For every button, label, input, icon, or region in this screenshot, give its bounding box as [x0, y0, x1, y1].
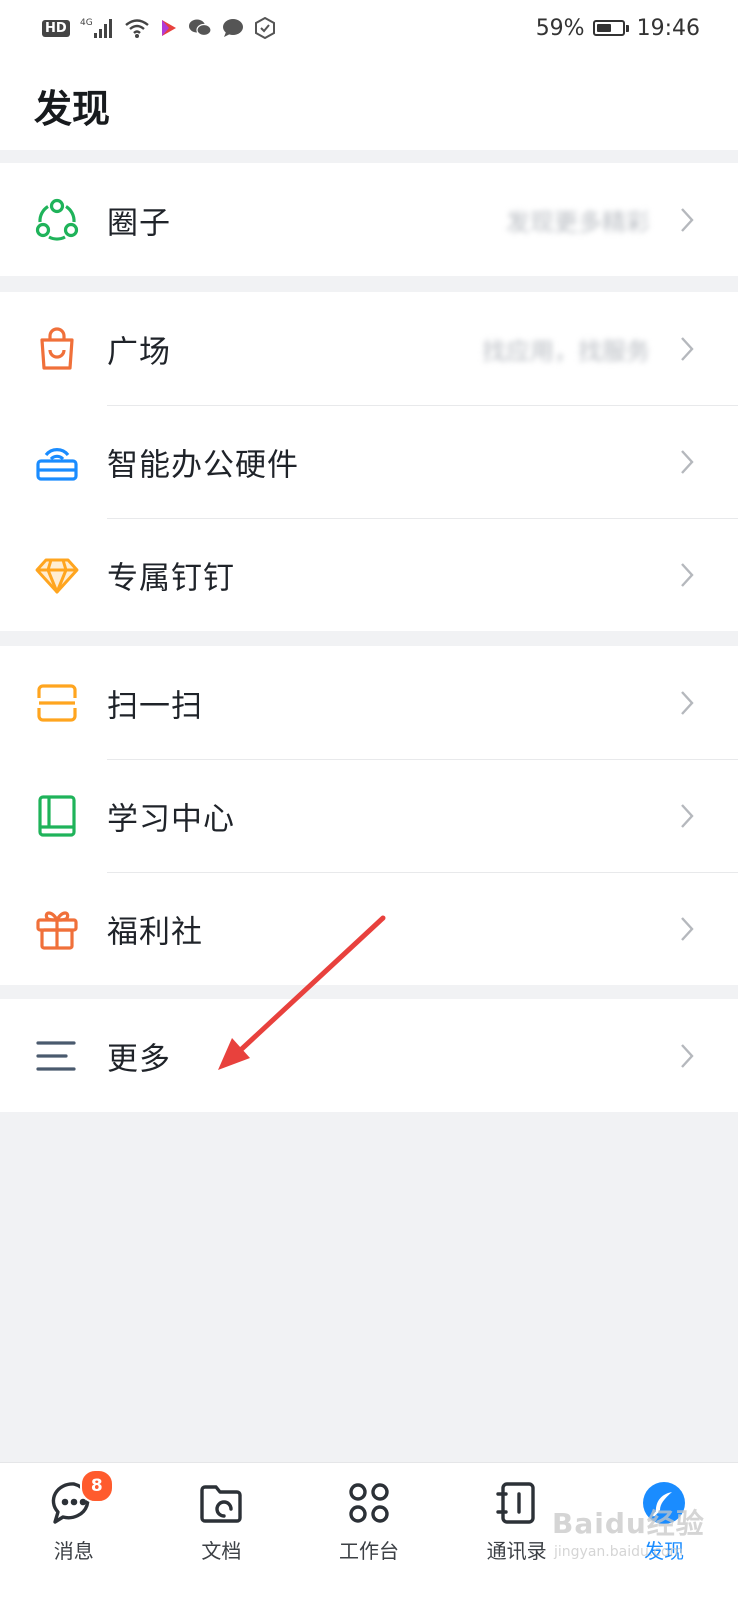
row-label: 更多 [107, 1041, 171, 1077]
status-left: HD 4G [42, 16, 276, 40]
battery-percent: 59% [535, 15, 585, 41]
row-smart-hardware[interactable]: 智能办公硬件 [0, 405, 738, 518]
chevron-right-icon [676, 914, 698, 944]
page-title: 发现 [34, 87, 111, 131]
group-circle: 圈子 发现更多精彩 [0, 163, 738, 276]
watermark-url: jingyan.baidu.com [554, 1544, 684, 1560]
tab-label: 工作台 [338, 1539, 399, 1563]
folder-icon [197, 1479, 245, 1527]
row-label: 圈子 [107, 205, 171, 241]
group-services: 广场 找应用，找服务 智能办公硬件 专属钉钉 [0, 292, 738, 631]
row-subtitle: 找应用，找服务 [482, 337, 650, 365]
row-more[interactable]: 更多 [0, 999, 738, 1112]
chevron-right-icon [676, 688, 698, 718]
row-circle[interactable]: 圈子 发现更多精彩 [0, 163, 738, 276]
tab-label: 文档 [201, 1539, 242, 1563]
row-square[interactable]: 广场 找应用，找服务 [0, 292, 738, 405]
wifi-icon [124, 17, 150, 39]
tab-label: 消息 [53, 1539, 94, 1563]
row-label: 专属钉钉 [107, 560, 235, 596]
chevron-right-icon [676, 447, 698, 477]
grid-icon [345, 1479, 393, 1527]
gift-icon [34, 906, 80, 952]
message-bubble-icon [222, 18, 244, 38]
row-label: 扫一扫 [107, 688, 203, 724]
row-label: 广场 [107, 334, 171, 370]
scan-icon [34, 680, 80, 726]
tab-messages[interactable]: 8 消息 [14, 1463, 134, 1601]
svg-text:4G: 4G [80, 18, 93, 28]
chevron-right-icon [676, 334, 698, 364]
contacts-icon [493, 1479, 541, 1527]
diamond-icon [34, 552, 80, 598]
menu-lines-icon [34, 1033, 80, 1079]
tab-docs[interactable]: 文档 [161, 1463, 281, 1601]
tab-label: 通讯录 [486, 1539, 547, 1563]
row-label: 学习中心 [107, 801, 235, 837]
chat-icon: 8 [50, 1469, 114, 1527]
chevron-right-icon [676, 560, 698, 590]
wechat-icon [188, 18, 212, 38]
row-subtitle: 发现更多精彩 [506, 208, 650, 236]
row-welfare[interactable]: 福利社 [0, 872, 738, 985]
shield-app-icon [254, 17, 276, 39]
tab-workbench[interactable]: 工作台 [309, 1463, 429, 1601]
row-label: 智能办公硬件 [107, 447, 299, 483]
row-scan[interactable]: 扫一扫 [0, 646, 738, 759]
watermark: Baidu经验 [552, 1507, 705, 1540]
battery-icon [592, 20, 629, 36]
row-learning-center[interactable]: 学习中心 [0, 759, 738, 872]
row-exclusive-dingtalk[interactable]: 专属钉钉 [0, 518, 738, 631]
signal-icon: 4G [80, 16, 114, 40]
chevron-right-icon [676, 801, 698, 831]
clock: 19:46 [636, 15, 700, 41]
router-icon [34, 439, 80, 485]
status-bar: HD 4G 59% 19:46 [0, 0, 738, 56]
group-tools: 扫一扫 学习中心 福利社 [0, 646, 738, 985]
header: 发现 [0, 56, 738, 150]
video-app-icon [160, 18, 178, 38]
hd-badge: HD [42, 19, 70, 37]
chevron-right-icon [676, 205, 698, 235]
circle-network-icon [34, 197, 80, 243]
status-right: 59% 19:46 [536, 16, 700, 41]
chevron-right-icon [676, 1041, 698, 1071]
shopping-bag-icon [34, 326, 80, 372]
book-icon [34, 793, 80, 839]
row-label: 福利社 [107, 914, 203, 950]
unread-badge: 8 [79, 1469, 114, 1503]
group-more: 更多 [0, 999, 738, 1112]
